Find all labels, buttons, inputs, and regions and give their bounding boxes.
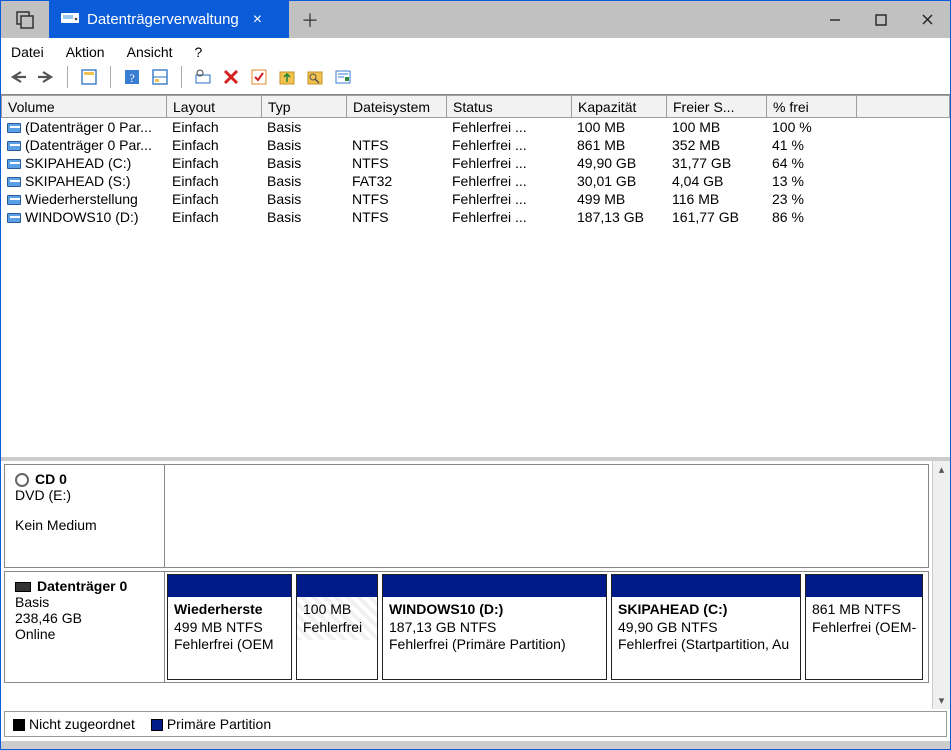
toolbar-btn-9[interactable] — [332, 66, 354, 88]
disk-0[interactable]: Datenträger 0 Basis 238,46 GB Online Wie… — [4, 571, 929, 683]
col-pct[interactable]: % frei — [767, 96, 857, 118]
toolbar: ? — [1, 64, 950, 94]
col-free[interactable]: Freier S... — [667, 96, 767, 118]
disk-graphical-area: CD 0 DVD (E:) Kein Medium Datenträger 0 … — [1, 461, 950, 741]
close-tab-icon[interactable]: × — [253, 11, 262, 29]
new-tab-button[interactable]: ＋ — [289, 1, 331, 38]
menu-aktion[interactable]: Aktion — [66, 44, 105, 60]
disk-icon — [61, 11, 79, 28]
col-fs[interactable]: Dateisystem — [347, 96, 447, 118]
volume-icon — [7, 177, 21, 187]
toolbar-btn-7[interactable] — [276, 66, 298, 88]
disk-cd0[interactable]: CD 0 DVD (E:) Kein Medium — [4, 464, 929, 568]
legend-swatch-unallocated — [13, 719, 25, 731]
table-row[interactable]: SKIPAHEAD (C:)EinfachBasisNTFSFehlerfrei… — [1, 154, 950, 172]
vertical-scrollbar[interactable]: ▴ ▾ — [932, 461, 950, 709]
partition[interactable]: 100 MBFehlerfrei — [296, 574, 378, 680]
minimize-button[interactable] — [812, 1, 858, 38]
cd0-sub1: DVD (E:) — [15, 487, 154, 503]
table-row[interactable]: (Datenträger 0 Par...EinfachBasisNTFSFeh… — [1, 136, 950, 154]
legend-primary: Primäre Partition — [167, 716, 271, 732]
menubar: Datei Aktion Ansicht ? — [1, 39, 950, 64]
col-typ[interactable]: Typ — [262, 96, 347, 118]
disk0-name: Datenträger 0 — [37, 578, 127, 594]
cd0-name: CD 0 — [35, 471, 67, 487]
volume-header: Volume Layout Typ Dateisystem Status Kap… — [1, 95, 950, 118]
tab-title: Datenträgerverwaltung — [87, 11, 239, 28]
svg-text:?: ? — [129, 71, 134, 85]
toolbar-btn-3[interactable] — [149, 66, 171, 88]
volume-icon — [7, 141, 21, 151]
hdd-icon — [15, 582, 31, 592]
forward-button[interactable] — [35, 66, 57, 88]
scroll-up-icon[interactable]: ▴ — [939, 463, 945, 476]
volume-icon — [7, 195, 21, 205]
volume-icon — [7, 123, 21, 133]
col-layout[interactable]: Layout — [167, 96, 262, 118]
col-status[interactable]: Status — [447, 96, 572, 118]
maximize-button[interactable] — [858, 1, 904, 38]
content: Volume Layout Typ Dateisystem Status Kap… — [1, 94, 950, 741]
partition[interactable]: SKIPAHEAD (C:)49,90 GB NTFSFehlerfrei (S… — [611, 574, 801, 680]
menu-datei[interactable]: Datei — [11, 44, 44, 60]
delete-button[interactable] — [220, 66, 242, 88]
volume-rows: (Datenträger 0 Par...EinfachBasisFehlerf… — [1, 118, 950, 226]
col-cap[interactable]: Kapazität — [572, 96, 667, 118]
table-row[interactable]: SKIPAHEAD (S:)EinfachBasisFAT32Fehlerfre… — [1, 172, 950, 190]
volume-icon — [7, 159, 21, 169]
partition[interactable]: WINDOWS10 (D:)187,13 GB NTFSFehlerfrei (… — [382, 574, 607, 680]
check-button[interactable] — [248, 66, 270, 88]
table-row[interactable]: WINDOWS10 (D:)EinfachBasisNTFSFehlerfrei… — [1, 208, 950, 226]
toolbar-btn-4[interactable] — [192, 66, 214, 88]
col-extra[interactable] — [857, 96, 950, 118]
cd-icon — [15, 473, 29, 487]
table-row[interactable]: WiederherstellungEinfachBasisNTFSFehlerf… — [1, 190, 950, 208]
cd0-sub2: Kein Medium — [15, 517, 154, 533]
close-button[interactable] — [904, 1, 950, 38]
legend-swatch-primary — [151, 719, 163, 731]
statusbar — [1, 741, 950, 749]
menu-help[interactable]: ? — [195, 44, 203, 60]
scroll-down-icon[interactable]: ▾ — [939, 694, 945, 707]
partition[interactable]: 861 MB NTFSFehlerfrei (OEM- — [805, 574, 923, 680]
help-button[interactable]: ? — [121, 66, 143, 88]
partition[interactable]: Wiederherste499 MB NTFSFehlerfrei (OEM — [167, 574, 292, 680]
disk0-size: 238,46 GB — [15, 610, 154, 626]
table-row[interactable]: (Datenträger 0 Par...EinfachBasisFehlerf… — [1, 118, 950, 136]
toolbar-btn-1[interactable] — [78, 66, 100, 88]
tab-overview-icon[interactable] — [1, 1, 49, 38]
volume-icon — [7, 213, 21, 223]
disk0-state: Online — [15, 626, 154, 642]
legend-unallocated: Nicht zugeordnet — [29, 716, 135, 732]
window-controls — [812, 1, 950, 38]
tab-active[interactable]: Datenträgerverwaltung × — [49, 1, 289, 38]
volume-list: Volume Layout Typ Dateisystem Status Kap… — [1, 95, 950, 461]
toolbar-btn-8[interactable] — [304, 66, 326, 88]
back-button[interactable] — [7, 66, 29, 88]
col-volume[interactable]: Volume — [2, 96, 167, 118]
menu-ansicht[interactable]: Ansicht — [127, 44, 173, 60]
titlebar: Datenträgerverwaltung × ＋ — [1, 1, 950, 39]
disk0-type: Basis — [15, 594, 154, 610]
legend: Nicht zugeordnet Primäre Partition — [4, 711, 947, 737]
